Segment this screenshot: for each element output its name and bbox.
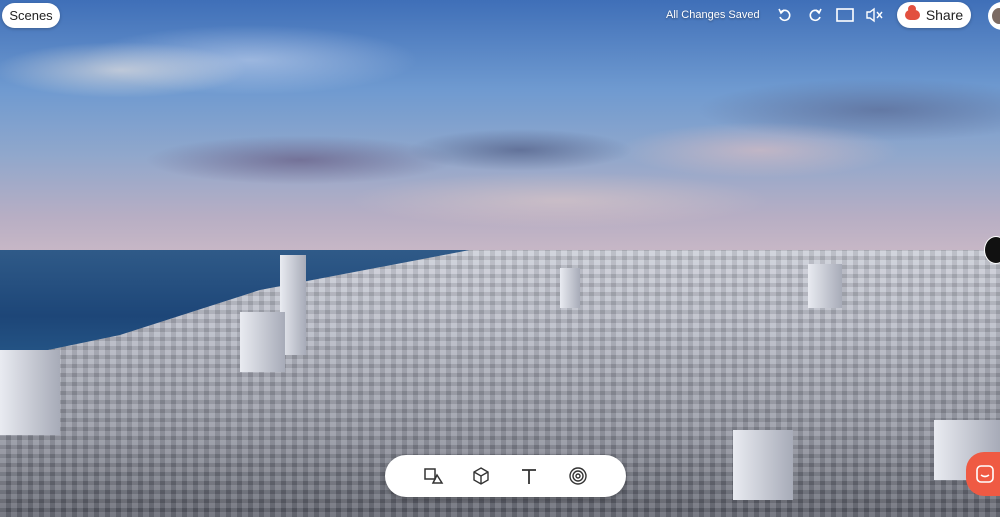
building bbox=[0, 350, 60, 435]
panorama-viewer[interactable] bbox=[0, 0, 1000, 517]
save-status: All Changes Saved bbox=[666, 9, 760, 21]
hotspot-icon[interactable] bbox=[566, 464, 590, 488]
share-label: Share bbox=[925, 7, 964, 23]
building bbox=[560, 268, 580, 308]
building bbox=[733, 430, 793, 500]
panorama-sky bbox=[0, 0, 1000, 255]
text-icon[interactable] bbox=[517, 464, 541, 488]
building bbox=[808, 264, 842, 308]
bottom-toolbar bbox=[385, 455, 626, 497]
cloud-icon bbox=[904, 5, 920, 20]
undo-icon[interactable] bbox=[776, 6, 794, 24]
chat-button[interactable] bbox=[966, 452, 1000, 496]
building bbox=[240, 312, 285, 372]
scenes-button[interactable]: Scenes bbox=[2, 3, 60, 28]
scenes-label: Scenes bbox=[9, 8, 53, 23]
shapes-icon[interactable] bbox=[421, 464, 445, 488]
cube-icon[interactable] bbox=[469, 464, 493, 488]
redo-icon[interactable] bbox=[806, 6, 824, 24]
mute-icon[interactable] bbox=[864, 5, 886, 25]
chat-icon bbox=[976, 465, 994, 483]
share-button[interactable]: Share bbox=[897, 2, 971, 28]
fullscreen-icon[interactable] bbox=[835, 6, 855, 24]
